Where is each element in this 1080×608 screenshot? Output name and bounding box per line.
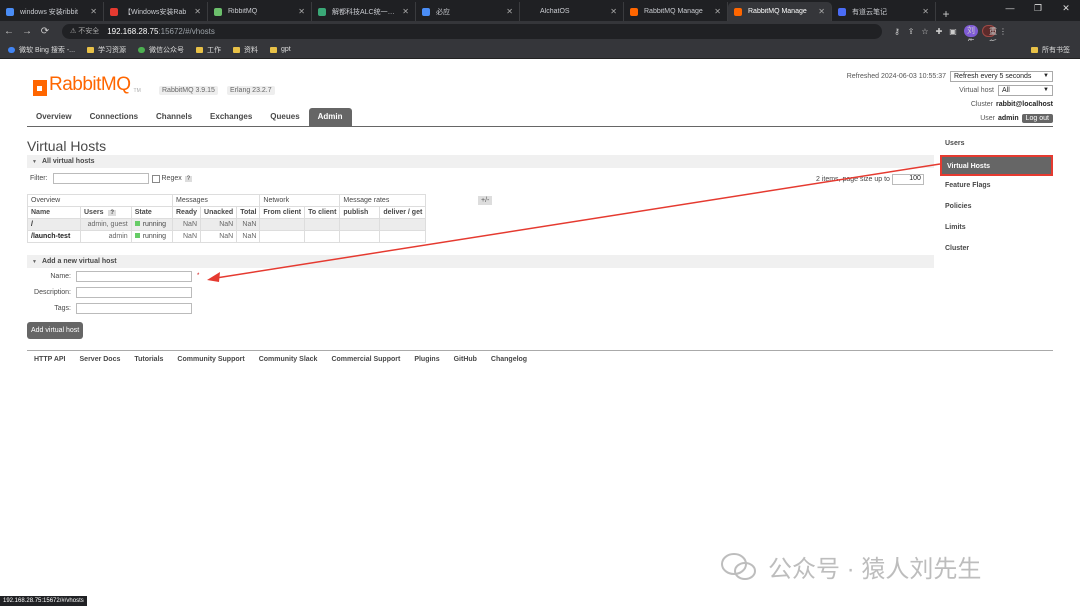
bookmarks-bar: 微软 Bing 搜索 -... 学习资源 微信公众号 工作 资料 gpt 所有书…	[0, 41, 1080, 59]
share-icon[interactable]: ⇪	[904, 27, 918, 36]
close-tab-icon[interactable]: ✕	[922, 7, 929, 16]
rabbitmq-page: RabbitMQ TM RabbitMQ 3.9.15 Erlang 23.2.…	[0, 59, 1080, 608]
extensions-icon[interactable]: ✚	[932, 27, 946, 36]
browser-tab[interactable]: RibbitMQ ✕	[208, 2, 312, 21]
browser-tab[interactable]: 必应 ✕	[416, 2, 520, 21]
wechat-watermark-icon	[721, 552, 756, 580]
close-tab-icon[interactable]: ✕	[610, 7, 617, 16]
new-tab-button[interactable]: +	[936, 7, 956, 21]
close-tab-icon[interactable]: ✕	[818, 7, 825, 16]
bookmark-label: gpt	[281, 46, 291, 53]
rabbitmq-icon	[630, 7, 638, 16]
maximize-icon[interactable]: ❐	[1024, 0, 1052, 19]
note-icon	[838, 7, 846, 16]
bookmark-wechat[interactable]: 微信公众号	[138, 45, 184, 55]
bookmark-work[interactable]: 工作	[196, 45, 221, 55]
bookmark-learning[interactable]: 学习资源	[87, 45, 126, 55]
browser-tab-label: RibbitMQ	[228, 8, 258, 15]
browser-tab-label: 有道云笔记	[852, 8, 887, 16]
close-tab-icon[interactable]: ✕	[298, 7, 305, 16]
browser-tab-label: AlchatOS	[540, 8, 570, 15]
browser-tab[interactable]: AlchatOS ✕	[520, 2, 624, 21]
reload-icon[interactable]: ⟳	[36, 26, 54, 37]
folder-icon	[1031, 46, 1038, 53]
all-bookmarks[interactable]: 所有书签	[1031, 45, 1070, 55]
bookmark-bing[interactable]: 微软 Bing 搜索 -...	[8, 45, 75, 55]
close-tab-icon[interactable]: ✕	[506, 7, 513, 16]
bookmark-label: 微软 Bing 搜索 -...	[19, 46, 76, 54]
browser-tab-label: 解都科技ALC统一监控	[332, 8, 399, 16]
back-icon[interactable]: ←	[0, 26, 18, 37]
url-host: 192.168.28.75	[107, 26, 159, 36]
status-url: 192.168.28.75:15672/#/vhosts	[0, 596, 87, 606]
wechat-icon	[138, 46, 146, 53]
arrow-line	[215, 163, 941, 279]
browser-tab[interactable]: 有道云笔记 ✕	[832, 2, 936, 21]
key-icon[interactable]: ⚷	[890, 27, 904, 36]
folder-icon	[233, 46, 241, 53]
browser-tab-label: windows 安装ribbit	[20, 8, 78, 16]
arrow-head	[207, 272, 220, 282]
minimize-icon[interactable]: —	[996, 0, 1024, 19]
watermark: 公众号 · 猿人刘先生	[720, 549, 981, 584]
browser-tab[interactable]: 【Windows安装Rab ✕	[104, 2, 208, 21]
annotation-arrow	[207, 163, 941, 282]
browser-tab-strip: windows 安装ribbit ✕ 【Windows安装Rab ✕ RibbitMQ ✕…	[0, 0, 1080, 21]
all-bookmarks-label: 所有书签	[1042, 46, 1070, 54]
folder-icon	[196, 46, 204, 53]
leaf-icon	[318, 7, 326, 16]
close-window-icon[interactable]: ✕	[1052, 0, 1080, 19]
address-bar[interactable]: ⚠ 不安全 192.168.28.75:15672/#/vhosts	[62, 23, 882, 39]
url-path: :15672/#/vhosts	[158, 26, 215, 36]
bookmark-label: 资料	[244, 46, 259, 54]
sidepanel-icon[interactable]: ▣	[946, 27, 960, 36]
bookmark-label: 学习资源	[98, 46, 127, 54]
watermark-text: 公众号 · 猿人刘先生	[768, 556, 982, 583]
csdn-icon	[110, 7, 118, 16]
browser-tab[interactable]: RabbitMQ Manage ✕	[624, 2, 728, 21]
bookmark-label: 微信公众号	[149, 46, 185, 54]
folder-icon	[270, 46, 278, 53]
folder-icon	[87, 46, 95, 53]
browser-tab-label: RabbitMQ Manage	[748, 8, 807, 15]
close-tab-icon[interactable]: ✕	[402, 7, 409, 16]
browser-tab[interactable]: windows 安装ribbit ✕	[0, 2, 104, 21]
blank-icon	[526, 8, 534, 16]
window-controls: — ❐ ✕	[996, 0, 1080, 19]
forward-icon[interactable]: →	[18, 26, 36, 37]
close-tab-icon[interactable]: ✕	[714, 7, 721, 16]
close-tab-icon[interactable]: ✕	[90, 7, 97, 16]
rabbitmq-icon	[734, 7, 742, 16]
close-tab-icon[interactable]: ✕	[194, 7, 201, 16]
browser-toolbar: ← → ⟳ ⚠ 不安全 192.168.28.75:15672/#/vhosts…	[0, 21, 1080, 120]
bookmark-label: 工作	[207, 46, 222, 54]
search-icon	[422, 7, 430, 16]
browser-tab-label: 【Windows安装Rab	[124, 8, 187, 16]
search-icon	[6, 7, 14, 16]
list-icon	[214, 7, 222, 16]
bing-icon	[8, 46, 15, 53]
profile-avatar[interactable]: 刘先	[964, 25, 978, 47]
bookmark-gpt[interactable]: gpt	[270, 46, 291, 53]
restart-update-button[interactable]: 重新启动即可更新	[982, 25, 997, 120]
menu-icon[interactable]: ⋮	[996, 27, 1010, 36]
browser-tab-label: RabbitMQ Manage	[644, 8, 703, 15]
not-secure-label: 不安全	[78, 28, 100, 35]
not-secure-icon: ⚠ 不安全	[70, 28, 100, 35]
browser-tab[interactable]: RabbitMQ Manage ✕	[728, 2, 832, 21]
browser-tab-label: 必应	[436, 8, 450, 16]
browser-tab[interactable]: 解都科技ALC统一监控 ✕	[312, 2, 416, 21]
bookmark-docs[interactable]: 资料	[233, 45, 258, 55]
star-icon[interactable]: ☆	[918, 27, 932, 36]
